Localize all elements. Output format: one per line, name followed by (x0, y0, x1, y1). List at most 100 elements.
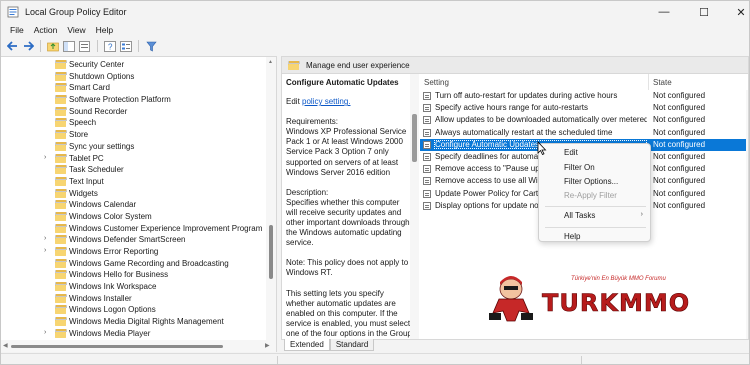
toolbar-separator (97, 40, 98, 52)
setting-row[interactable]: Specify active hours range for auto-rest… (420, 102, 748, 114)
tree-horizontal-scrollbar[interactable]: ◀ ▶ (1, 340, 277, 352)
setting-name: Specify active hours range for auto-rest… (435, 103, 588, 113)
tree-pane: Security Center Shutdown Options Smart Car… (1, 56, 277, 352)
scrollbar-thumb[interactable] (269, 225, 273, 279)
tree-item[interactable]: › Windows Error Reporting (1, 246, 265, 258)
menu-bar: File Action View Help (1, 23, 749, 37)
setting-name: Allow updates to be downloaded automatic… (435, 115, 647, 125)
tree-item[interactable]: Sync your settings (1, 141, 265, 153)
setting-state: Not configured (653, 127, 706, 137)
context-menu-item-all-tasks[interactable]: All Tasks › (539, 211, 652, 225)
folder-icon (55, 305, 67, 315)
export-list-icon[interactable] (78, 39, 92, 53)
tree-item[interactable]: › Windows Media Player (1, 328, 265, 340)
minimize-button[interactable]: — (644, 1, 684, 23)
description-panel: Configure Automatic Updates Edit policy … (282, 74, 412, 339)
tree-item-label: Windows Logon Options (69, 305, 156, 315)
tree-item[interactable]: › Tablet PC (1, 153, 265, 165)
tree-item[interactable]: Windows Color System (1, 211, 265, 223)
folder-icon (55, 165, 67, 175)
filter-icon[interactable] (144, 39, 158, 53)
setting-row[interactable]: Allow updates to be downloaded automatic… (420, 114, 748, 126)
tree-item[interactable]: Shutdown Options (1, 71, 265, 83)
tree-item[interactable]: Security Center (1, 59, 265, 71)
properties-icon[interactable] (119, 39, 133, 53)
tab-standard[interactable]: Standard (329, 339, 375, 351)
tree-item[interactable]: Widgets (1, 188, 265, 200)
tree-item[interactable]: Windows Hello for Business (1, 269, 265, 281)
setting-state: Not configured (653, 188, 706, 198)
edit-prefix: Edit (286, 97, 303, 107)
setting-row[interactable]: Always automatically restart at the sche… (420, 127, 748, 139)
tab-extended[interactable]: Extended (284, 339, 330, 351)
tree-item[interactable]: Windows Game Recording and Broadcasting (1, 258, 265, 270)
setting-row[interactable]: Turn off auto-restart for updates during… (420, 90, 748, 102)
tree-item-label: Shutdown Options (69, 71, 135, 81)
tree-item-label: Windows Calendar (69, 200, 137, 210)
tree-item[interactable]: Windows Media Digital Rights Management (1, 316, 265, 328)
context-menu-item-help[interactable]: Help (539, 232, 652, 246)
svg-text:?: ? (108, 42, 113, 51)
scrollbar-thumb[interactable] (412, 114, 417, 162)
tree-item[interactable]: Store (1, 129, 265, 141)
scroll-right-arrow-icon[interactable]: ▶ (265, 342, 270, 349)
show-hide-tree-icon[interactable] (62, 39, 76, 53)
context-menu-label: Edit (564, 148, 578, 157)
setting-state: Not configured (653, 91, 706, 100)
folder-icon (55, 293, 67, 303)
tree-item-label: Windows Hello for Business (69, 270, 169, 280)
scroll-left-arrow-icon[interactable]: ◀ (3, 342, 8, 349)
tree-item[interactable]: Windows Logon Options (1, 304, 265, 316)
settings-scrollbar[interactable] (746, 90, 748, 339)
tree-item[interactable]: Windows Ink Workspace (1, 281, 265, 293)
watermark-caption: Türkiye'nin En Büyük MMO Forumu (571, 276, 666, 282)
tree-item[interactable]: Software Protection Platform (1, 94, 265, 106)
tree-vertical-scrollbar[interactable]: ▲ ▼ (266, 57, 276, 352)
setting-state: Not configured (653, 151, 706, 161)
maximize-button[interactable]: ☐ (684, 1, 724, 23)
folder-icon (55, 282, 67, 292)
forward-arrow-icon[interactable] (21, 39, 35, 53)
tree-item[interactable]: Windows Customer Experience Improvement … (1, 223, 265, 235)
context-menu-item-filter-on[interactable]: Filter On (539, 163, 652, 177)
edit-policy-setting-link[interactable]: policy setting. (302, 97, 350, 106)
policy-setting-icon (423, 92, 431, 100)
menu-view[interactable]: View (62, 25, 90, 35)
tree-item-label: Security Center (69, 60, 125, 69)
description-scrollbar[interactable] (410, 74, 419, 339)
tree-item[interactable]: Smart Card (1, 82, 265, 94)
menu-file[interactable]: File (5, 25, 29, 35)
tree-item[interactable]: Windows Calendar (1, 199, 265, 211)
context-menu-item-filter-options[interactable]: Filter Options... (539, 177, 652, 191)
help-icon[interactable]: ? (103, 39, 117, 53)
menu-help[interactable]: Help (91, 25, 118, 35)
context-menu-label: All Tasks (564, 211, 596, 220)
close-button[interactable]: ✕ (721, 1, 749, 23)
scrollbar-thumb[interactable] (11, 345, 223, 348)
folder-icon (55, 200, 67, 210)
tree-item[interactable]: Windows Installer (1, 293, 265, 305)
back-arrow-icon[interactable] (5, 39, 19, 53)
tree-item-label: Windows Media Digital Rights Management (69, 317, 224, 327)
tree-item[interactable]: Speech (1, 117, 265, 129)
folder-icon (55, 141, 67, 151)
context-menu-item-edit[interactable]: Edit (539, 148, 652, 162)
expand-chevron-icon[interactable]: › (44, 247, 46, 254)
up-folder-icon[interactable] (46, 39, 60, 53)
scroll-up-arrow-icon[interactable]: ▲ (268, 59, 273, 65)
expand-chevron-icon[interactable]: › (44, 154, 46, 161)
folder-icon (55, 60, 67, 69)
expand-chevron-icon[interactable]: › (44, 235, 46, 242)
expand-chevron-icon[interactable]: › (44, 329, 46, 336)
column-header-state[interactable]: State (649, 74, 748, 90)
column-header-setting[interactable]: Setting (420, 74, 649, 90)
tree-item[interactable]: Sound Recorder (1, 106, 265, 118)
view-tabs: Extended Standard (284, 339, 375, 351)
tree-item-label: Sound Recorder (69, 106, 128, 116)
tree-item[interactable]: Task Scheduler (1, 164, 265, 176)
tree-item-label: Windows Customer Experience Improvement … (69, 223, 263, 233)
tree-item[interactable]: › Windows Defender SmartScreen (1, 234, 265, 246)
status-divider (581, 356, 582, 364)
tree-item[interactable]: Text Input (1, 176, 265, 188)
menu-action[interactable]: Action (29, 25, 63, 35)
